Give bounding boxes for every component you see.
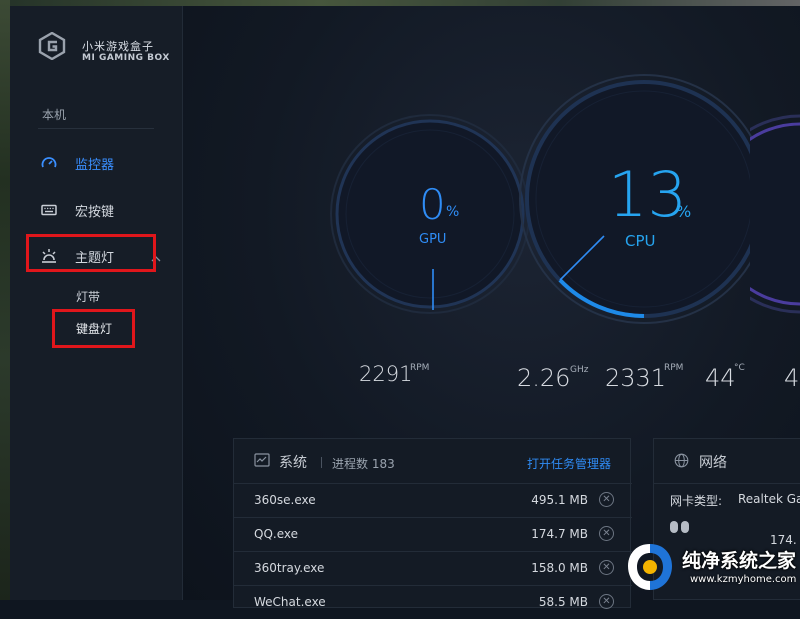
gpu-fan-speed: 2291 — [359, 362, 413, 386]
gpu-label: GPU — [419, 232, 447, 247]
process-memory: 174.7 MB — [531, 527, 588, 541]
close-process-icon[interactable]: ✕ — [599, 492, 614, 507]
panel-divider — [654, 483, 800, 484]
process-count: 进程数 183 — [332, 457, 395, 471]
cpu-percent: % — [676, 202, 692, 221]
desktop-background-edge — [0, 0, 10, 600]
highlight-box-theme-light — [26, 234, 156, 272]
open-task-manager-link[interactable]: 打开任务管理器 — [527, 455, 611, 472]
app-title: 小米游戏盒子 — [82, 40, 154, 53]
stat-partial: 4. — [784, 364, 800, 392]
sidebar-divider — [38, 128, 154, 129]
gpu-value: 0 — [419, 180, 446, 229]
process-memory: 58.5 MB — [538, 595, 588, 609]
main-panel: 0 % GPU 13 % CPU 2291 RPM 2.26 GHz 2331 … — [183, 6, 800, 609]
table-row: WeChat.exe 58.5 MB ✕ — [234, 585, 632, 619]
app-subtitle: MI GAMING BOX — [82, 53, 170, 63]
sidebar-item-label: 宏按键 — [75, 204, 115, 220]
gpu-fan-unit: RPM — [410, 363, 430, 373]
table-row: QQ.exe 174.7 MB ✕ — [234, 517, 632, 551]
process-name: 360tray.exe — [254, 561, 325, 575]
sidebar-item-label: 监控器 — [75, 157, 115, 173]
process-memory: 495.1 MB — [531, 493, 588, 507]
table-row: 360tray.exe 158.0 MB ✕ — [234, 551, 632, 585]
gpu-percent: % — [446, 204, 460, 220]
section-label: 本机 — [42, 108, 67, 122]
highlight-box-keyboard-light — [52, 309, 135, 348]
nic-type-value: Realtek Ga — [738, 492, 800, 506]
memory-gauge-partial — [750, 114, 800, 314]
watermark: 纯净系统之家 www.kzmyhome.com — [612, 530, 800, 600]
cpu-label: CPU — [625, 232, 656, 250]
table-row: 360se.exe 495.1 MB ✕ — [234, 483, 632, 517]
watermark-logo-icon — [628, 544, 672, 590]
app-logo-icon — [38, 32, 66, 60]
process-name: 360se.exe — [254, 493, 316, 507]
title-separator — [321, 457, 322, 468]
globe-icon — [674, 453, 689, 468]
cpu-temperature: 44 — [705, 364, 736, 392]
cpu-temperature-unit: °C — [734, 363, 745, 373]
process-name: WeChat.exe — [254, 595, 326, 609]
speedometer-icon — [40, 154, 58, 172]
process-memory: 158.0 MB — [531, 561, 588, 575]
system-panel: 系统 进程数 183 打开任务管理器 360se.exe 495.1 MB ✕ … — [233, 438, 632, 609]
watermark-url: www.kzmyhome.com — [690, 574, 797, 585]
cpu-fan-speed: 2331 — [605, 364, 667, 392]
sidebar-item-macro[interactable]: 宏按键 — [40, 199, 114, 221]
network-panel-title: 网络 — [699, 455, 727, 471]
cpu-frequency: 2.26 — [517, 364, 571, 392]
cpu-frequency-unit: GHz — [570, 365, 589, 375]
nic-type-label: 网卡类型: — [670, 494, 723, 508]
sidebar: 小米游戏盒子 MI GAMING BOX 本机 监控器 宏按键 主题灯 灯带 键… — [10, 6, 183, 600]
cpu-fan-unit: RPM — [664, 363, 684, 373]
keyboard-icon — [40, 201, 58, 219]
sidebar-subitem-lightstrip[interactable]: 灯带 — [76, 288, 100, 305]
sidebar-item-monitor[interactable]: 监控器 — [40, 152, 114, 174]
system-panel-title: 系统 — [279, 455, 307, 471]
process-name: QQ.exe — [254, 527, 298, 541]
chart-icon — [254, 453, 270, 467]
watermark-site-name: 纯净系统之家 — [682, 550, 797, 572]
